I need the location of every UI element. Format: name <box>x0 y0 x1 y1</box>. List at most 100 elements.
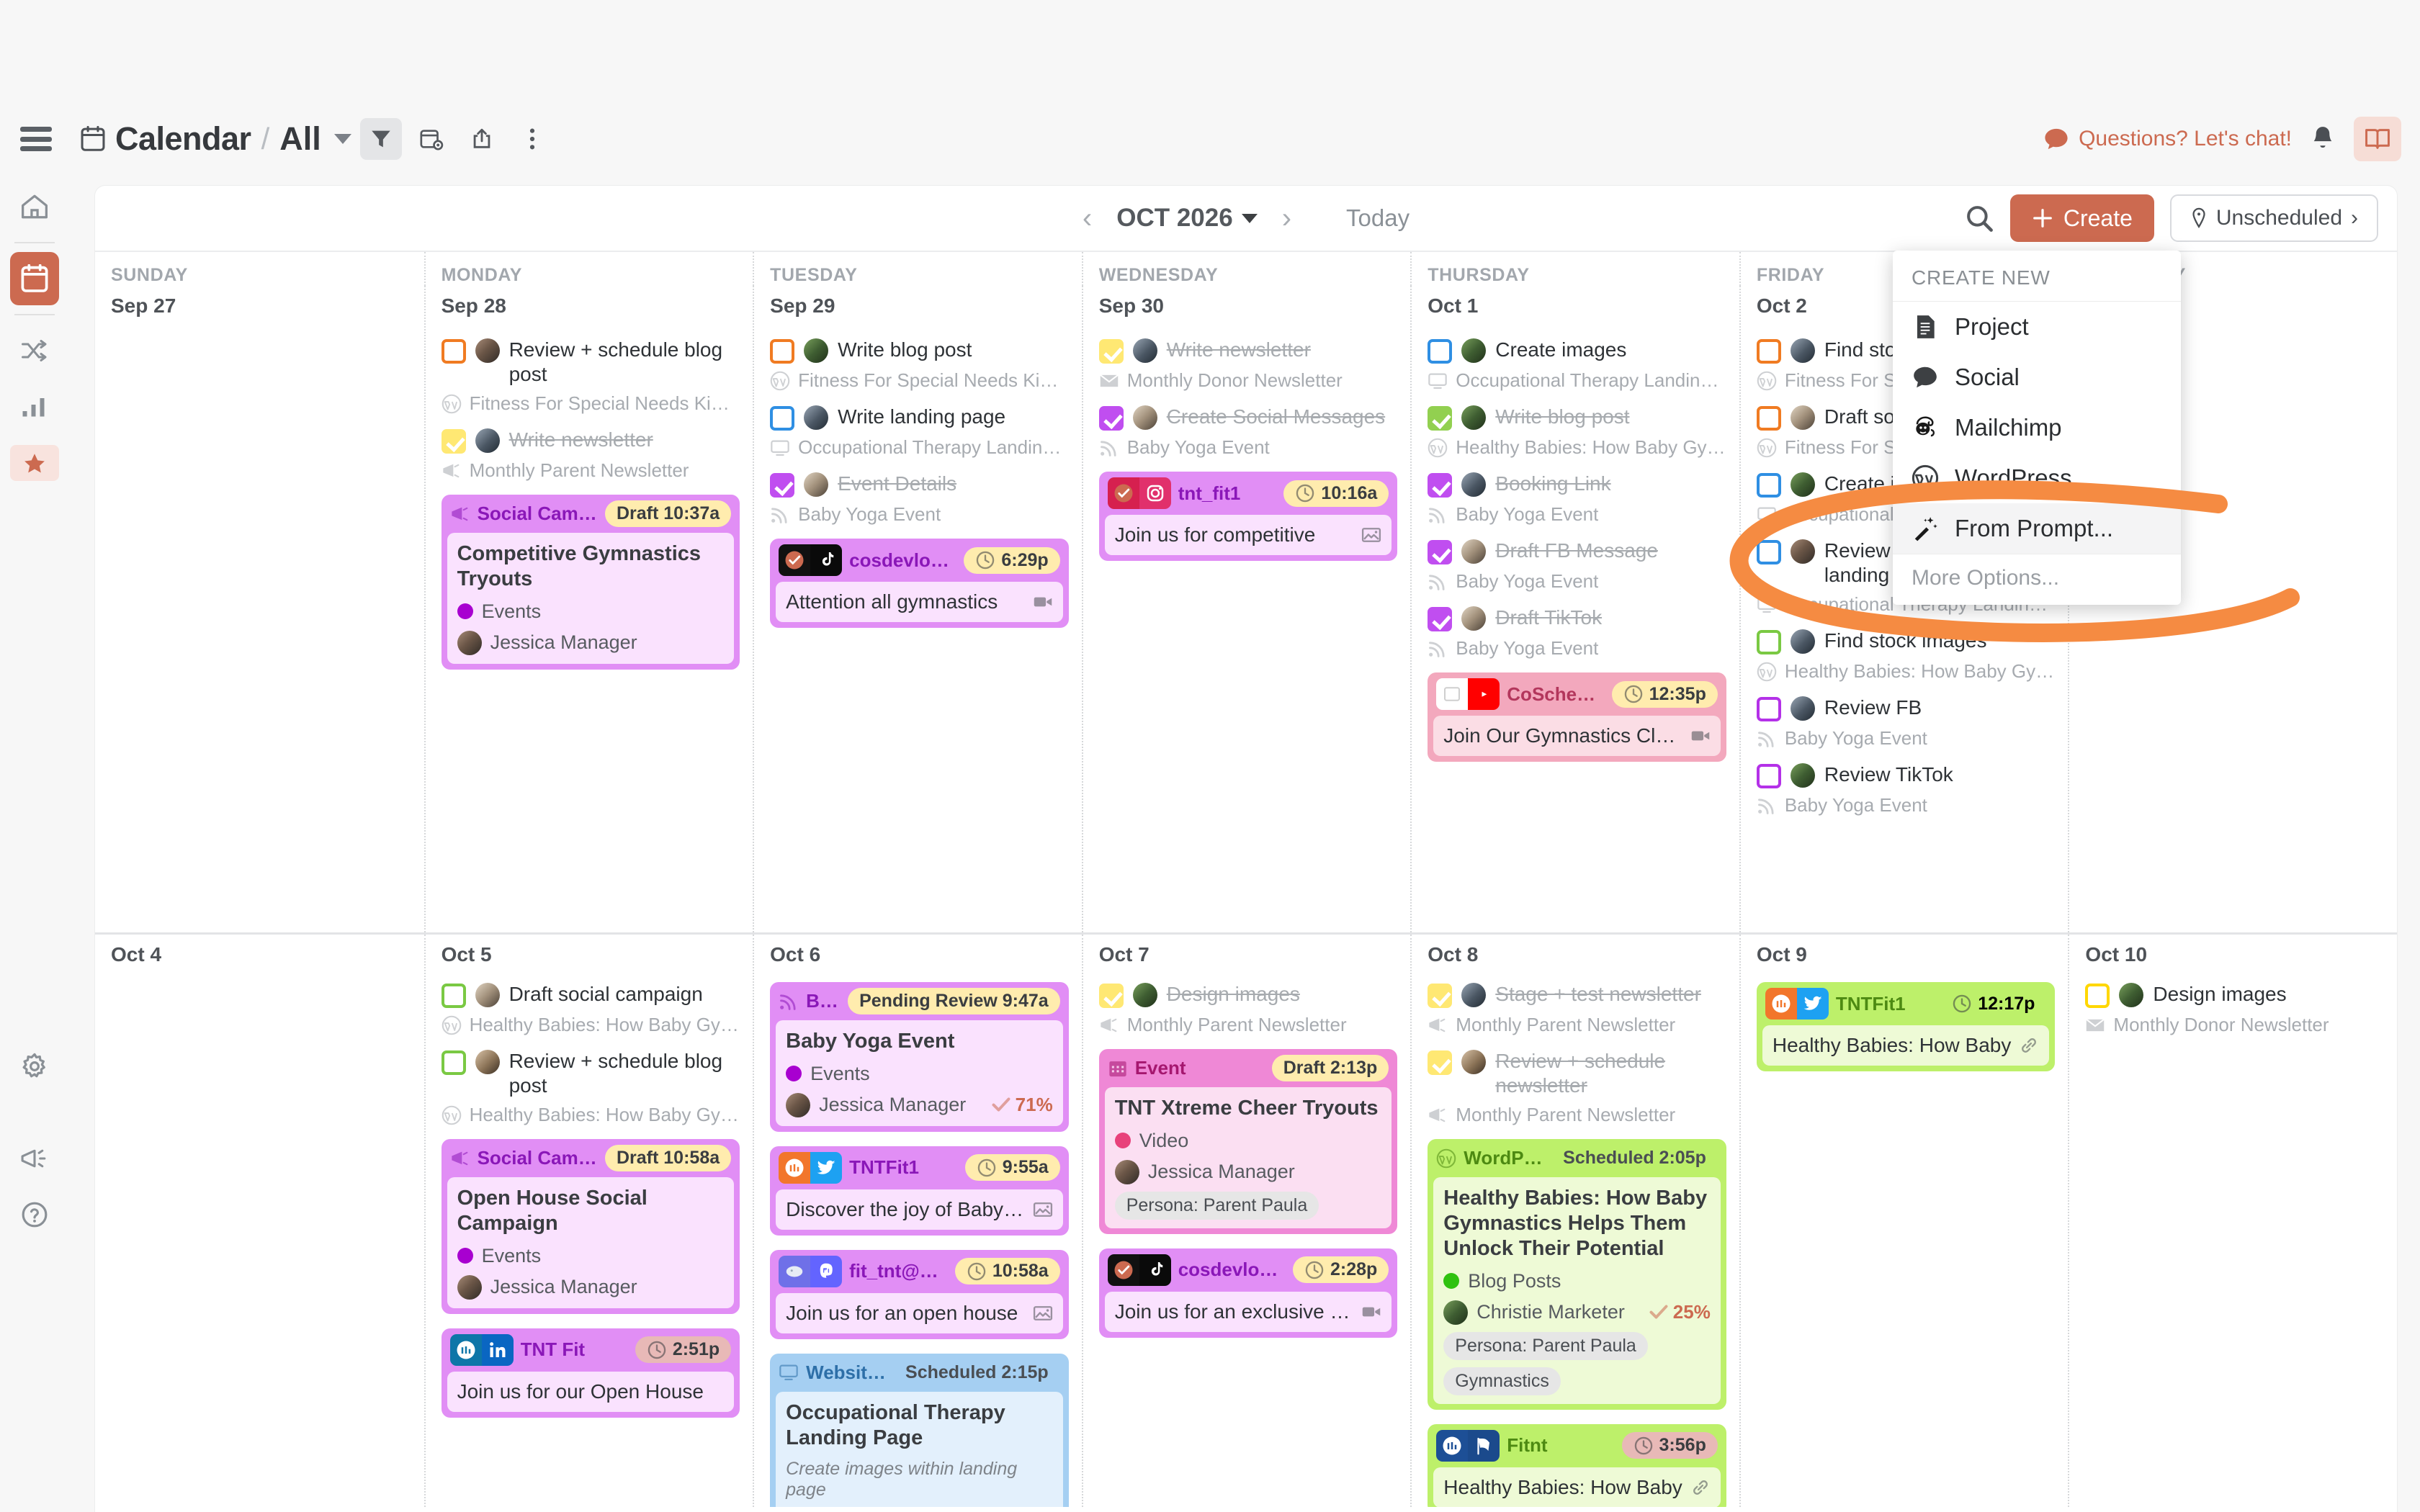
task-row[interactable]: Booking Link Baby Yoga Event <box>1428 472 1726 526</box>
sidebar-item-announcements[interactable] <box>0 1130 69 1187</box>
dropdown-item-mailchimp[interactable]: Mailchimp <box>1893 402 2181 453</box>
social-post-card[interactable]: TNTFit1 9:55a Discover the joy of Baby Y… <box>770 1146 1069 1236</box>
task-row[interactable]: Draft FB Message Baby Yoga Event <box>1428 539 1726 593</box>
content-card[interactable]: Event Draft 2:13p TNT Xtreme Cheer Tryou… <box>1098 1049 1398 1234</box>
task-row[interactable]: Review FB Baby Yoga Event <box>1756 696 2056 750</box>
task-checkbox[interactable] <box>1428 406 1453 431</box>
task-row[interactable]: Review TikTok Baby Yoga Event <box>1756 762 2056 816</box>
task-row[interactable]: Write newsletter Monthly Parent Newslett… <box>441 428 740 482</box>
bell-icon[interactable] <box>2311 125 2335 153</box>
task-checkbox[interactable] <box>1428 473 1453 498</box>
month-selector[interactable]: OCT 2026 <box>1116 204 1258 233</box>
day-cell[interactable]: Oct 9 TNTFit1 12:17p Healthy Babies: How… <box>1739 935 2069 1507</box>
task-checkbox[interactable] <box>1756 540 1781 564</box>
task-checkbox[interactable] <box>1756 473 1781 498</box>
task-checkbox[interactable] <box>441 339 466 364</box>
social-post-card[interactable]: cosdevloper 6:29p Attention all gymnasti… <box>770 539 1069 628</box>
task-row[interactable]: Draft TikTok Baby Yoga Event <box>1428 606 1726 660</box>
task-checkbox[interactable] <box>1098 339 1124 364</box>
create-new-dropdown[interactable]: CREATE NEW Project Social Mailchimp Word… <box>1893 251 2181 605</box>
social-post-card[interactable]: CoSchedule 12:35p Join Our Gymnastics Cl… <box>1428 672 1726 762</box>
more-options-icon[interactable] <box>511 118 553 160</box>
book-icon[interactable] <box>2354 117 2401 161</box>
day-cell[interactable]: Oct 4 <box>95 935 424 1507</box>
chat-link[interactable]: Questions? Let's chat! <box>2044 127 2292 151</box>
filter-icon[interactable] <box>359 118 402 160</box>
task-row[interactable]: Event Details Baby Yoga Event <box>770 472 1069 526</box>
chevron-down-icon[interactable] <box>333 134 351 144</box>
content-card[interactable]: Website Cont... Scheduled 2:15p Occupati… <box>770 1353 1069 1507</box>
task-checkbox[interactable] <box>1756 697 1781 722</box>
social-post-card[interactable]: TNTFit1 12:17p Healthy Babies: How Baby <box>1756 982 2056 1071</box>
task-row[interactable]: Review + schedule newsletter Monthly Par… <box>1428 1049 1726 1126</box>
task-checkbox[interactable] <box>441 984 466 1008</box>
task-checkbox[interactable] <box>1098 406 1124 431</box>
task-checkbox[interactable] <box>1098 984 1124 1008</box>
day-cell[interactable]: Sep 30 Write newsletter Monthly Donor Ne… <box>1081 286 1411 932</box>
task-row[interactable]: Create images Occupational Therapy Landi… <box>1428 338 1726 392</box>
search-icon[interactable] <box>1964 203 1994 233</box>
day-cell[interactable]: Oct 10 Design images Monthly Donor Newsl… <box>2068 935 2397 1507</box>
unscheduled-button[interactable]: Unscheduled › <box>2169 194 2378 242</box>
task-row[interactable]: Review + schedule blog post Healthy Babi… <box>441 1049 740 1126</box>
task-checkbox[interactable] <box>1756 764 1781 789</box>
content-card[interactable]: Social Campaign Draft 10:58a Open House … <box>441 1139 740 1314</box>
social-post-card[interactable]: fit_tnt@mastod... 10:58a Join us for an … <box>770 1249 1069 1339</box>
dropdown-item-social[interactable]: Social <box>1893 352 2181 402</box>
task-row[interactable]: Find stock images Healthy Babies: How Ba… <box>1756 629 2055 683</box>
sidebar-item-analytics[interactable] <box>0 379 69 435</box>
hamburger-icon[interactable] <box>20 127 52 151</box>
social-post-card[interactable]: Fitnt 3:56p Healthy Babies: How Baby <box>1428 1423 1726 1507</box>
task-row[interactable]: Write blog post Healthy Babies: How Baby… <box>1428 405 1726 459</box>
task-row[interactable]: Create Social Messages Baby Yoga Event <box>1098 405 1398 459</box>
content-card[interactable]: WordPress Scheduled 2:05p Healthy Babies… <box>1428 1139 1726 1410</box>
day-cell[interactable]: Oct 5 Draft social campaign Healthy Babi… <box>424 935 753 1507</box>
task-row[interactable]: Write landing page Occupational Therapy … <box>770 405 1069 459</box>
task-checkbox[interactable] <box>1756 406 1781 431</box>
day-cell[interactable]: Oct 6 Blog P... Pending Review 9:47a Bab… <box>753 935 1082 1507</box>
calendar-settings-icon[interactable] <box>411 118 452 160</box>
day-cell[interactable]: Sep 29 Write blog post Fitness For Speci… <box>753 286 1082 932</box>
sidebar-item-calendar[interactable] <box>0 251 69 307</box>
sidebar-item-favorites[interactable] <box>0 435 69 491</box>
task-row[interactable]: Review + schedule blog post Fitness For … <box>441 338 740 415</box>
content-card[interactable]: Blog P... Pending Review 9:47a Baby Yoga… <box>770 982 1069 1132</box>
task-checkbox[interactable] <box>770 339 795 364</box>
task-row[interactable]: Design images Monthly Parent Newsletter <box>1098 982 1398 1036</box>
today-button[interactable]: Today <box>1346 204 1410 232</box>
sidebar-item-settings[interactable] <box>0 1038 69 1094</box>
task-checkbox[interactable] <box>770 406 795 431</box>
next-month-button[interactable]: › <box>1282 204 1291 233</box>
day-cell[interactable]: Oct 1 Create images Occupational Therapy… <box>1410 286 1739 932</box>
dropdown-more-options[interactable]: More Options... <box>1893 554 2181 605</box>
share-icon[interactable] <box>461 118 503 160</box>
task-checkbox[interactable] <box>1428 1050 1453 1075</box>
task-checkbox[interactable] <box>1428 607 1453 631</box>
task-row[interactable]: Draft social campaign Healthy Babies: Ho… <box>441 982 740 1036</box>
social-post-card[interactable]: cosdevloper 2:28p Join us for an exclusi… <box>1098 1248 1398 1338</box>
day-cell[interactable]: Oct 8 Stage + test newsletter Monthly Pa… <box>1410 935 1739 1507</box>
task-row[interactable]: Write newsletter Monthly Donor Newslette… <box>1098 338 1398 392</box>
day-cell[interactable]: Sep 27 <box>95 286 424 932</box>
day-cell[interactable]: Oct 7 Design images Monthly Parent Newsl… <box>1081 935 1411 1507</box>
task-checkbox[interactable] <box>441 1050 466 1075</box>
dropdown-item-wordpress[interactable]: WordPress <box>1893 453 2181 503</box>
sidebar-item-home[interactable] <box>0 179 69 235</box>
prev-month-button[interactable]: ‹ <box>1083 204 1092 233</box>
dropdown-item-project[interactable]: Project <box>1893 302 2181 352</box>
dropdown-item-from-prompt[interactable]: From Prompt... <box>1893 503 2181 554</box>
content-card[interactable]: Social Campaign Draft 10:37a Competitive… <box>441 495 740 670</box>
sidebar-item-help[interactable] <box>0 1187 69 1243</box>
create-button[interactable]: Create <box>2009 194 2154 242</box>
task-checkbox[interactable] <box>770 473 795 498</box>
task-checkbox[interactable] <box>1756 339 1781 364</box>
task-checkbox[interactable] <box>1428 339 1453 364</box>
task-row[interactable]: Design images Monthly Donor Newsletter <box>2085 982 2384 1036</box>
task-checkbox[interactable] <box>1428 540 1453 564</box>
task-checkbox[interactable] <box>2085 984 2110 1008</box>
social-post-card[interactable]: tnt_fit1 10:16a Join us for competitive <box>1098 472 1398 561</box>
task-checkbox[interactable] <box>1756 630 1781 655</box>
task-checkbox[interactable] <box>441 429 466 454</box>
task-row[interactable]: Write blog post Fitness For Special Need… <box>770 338 1069 392</box>
social-post-card[interactable]: TNT Fit 2:51p Join us for our Open House <box>441 1328 740 1418</box>
